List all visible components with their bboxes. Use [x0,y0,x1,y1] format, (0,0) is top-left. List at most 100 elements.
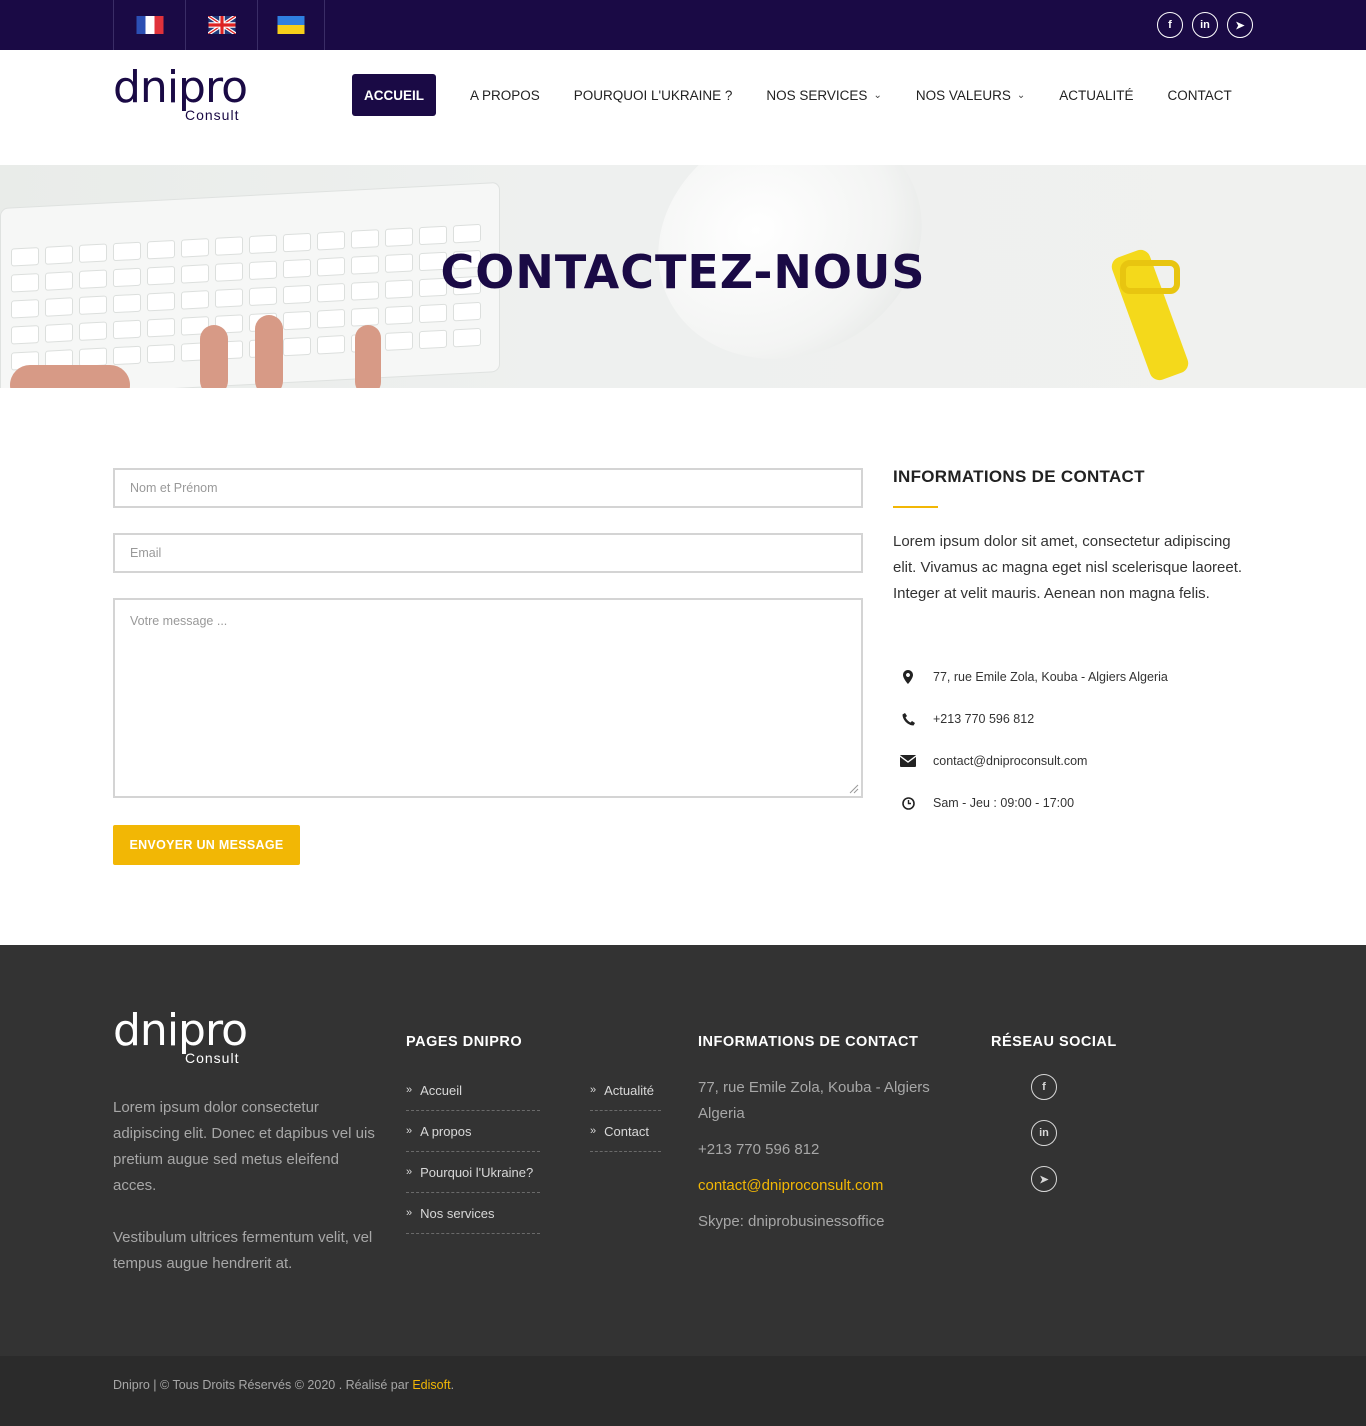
footer-link-label: Nos services [420,1205,495,1221]
contact-info-title: INFORMATIONS DE CONTACT [893,467,1145,486]
footer-social-title: RÉSEAU SOCIAL [991,1034,1117,1050]
name-input[interactable]: Nom et Prénom [113,468,863,508]
footer-email[interactable]: contact@dniproconsult.com [698,1173,948,1199]
contact-phone: +213 770 596 812 [933,712,1035,726]
facebook-icon[interactable]: f [1157,12,1183,38]
logo-main-text: dnipro [113,1005,248,1056]
facebook-icon[interactable]: f [1031,1074,1057,1100]
footer-contact-title: INFORMATIONS DE CONTACT [698,1034,919,1050]
copyright-suffix: . [450,1378,455,1392]
flag-ua-icon [277,16,305,34]
linkedin-icon[interactable]: in [1031,1120,1057,1146]
footer-social-links: f in ➤ [1031,1074,1057,1192]
nav-label: POURQUOI L'UKRAINE ? [573,87,733,103]
name-placeholder: Nom et Prénom [130,481,218,495]
footer-about-text: Lorem ipsum dolor consectetur adipiscing… [113,1099,375,1194]
nav-item-actualite[interactable]: ACTUALITÉ [1059,74,1133,116]
envelope-icon [893,755,923,767]
chevron-down-icon: ⌄ [1016,89,1026,101]
footer-link-actualite[interactable]: » Actualité [590,1070,661,1111]
double-chevron-right-icon: » [406,1125,413,1137]
telegram-icon[interactable]: ➤ [1031,1166,1057,1192]
nav-label: NOS SERVICES [766,87,868,103]
double-chevron-right-icon: » [406,1207,413,1219]
contact-info-description: Lorem ipsum dolor sit amet, consectetur … [893,533,1243,602]
main-nav: ACCUEIL A PROPOS POURQUOI L'UKRAINE ? NO… [352,74,1232,116]
contact-address: 77, rue Emile Zola, Kouba - Algiers Alge… [933,670,1168,684]
footer-contact: 77, rue Emile Zola, Kouba - Algiers Alge… [698,1075,948,1235]
logo-main-text: dnipro [113,62,248,113]
finger-image [255,315,283,388]
footer-link-label: Accueil [420,1082,463,1098]
hand-image [10,365,130,388]
flag-uk-icon [207,16,236,34]
footer-address: 77, rue Emile Zola, Kouba - Algiers Alge… [698,1079,930,1122]
linkedin-icon[interactable]: in [1192,12,1218,38]
message-placeholder: Votre message ... [130,614,228,628]
top-bar: f in ➤ [0,0,1366,50]
site-header: dnipro Consult ACCUEIL A PROPOS POURQUOI… [0,50,1366,165]
contact-email-row: contact@dniproconsult.com [893,754,1087,768]
finger-image [355,325,381,388]
language-switcher [113,0,325,50]
finger-image [200,325,228,388]
footer-skype: Skype: dniprobusinessoffice [698,1213,885,1230]
nav-label: A PROPOS [470,87,540,103]
language-fr[interactable] [113,0,185,50]
logo-sub-text: Consult [185,107,240,123]
nav-label: ACTUALITÉ [1059,87,1134,103]
title-underline [893,506,938,508]
map-marker-icon [893,670,923,684]
double-chevron-right-icon: » [406,1166,413,1178]
nav-item-contact[interactable]: CONTACT [1168,74,1232,116]
email-input[interactable]: Email [113,533,863,573]
footer-pages-col2: » Actualité » Contact [590,1070,661,1152]
flag-fr-icon [136,16,163,34]
page-title: CONTACTEZ-NOUS [440,245,926,299]
nav-item-a-propos[interactable]: A PROPOS [470,74,540,116]
hero-banner: CONTACTEZ-NOUS [0,165,1366,388]
footer-link-pourquoi-ukraine[interactable]: » Pourquoi l'Ukraine? [406,1152,540,1193]
footer-link-accueil[interactable]: » Accueil [406,1070,540,1111]
footer-link-contact[interactable]: » Contact [590,1111,661,1152]
contact-hours-row: Sam - Jeu : 09:00 - 17:00 [893,796,1074,810]
footer-link-a-propos[interactable]: » A propos [406,1111,540,1152]
resize-handle-icon[interactable] [847,782,859,794]
footer-link-label: Contact [604,1123,649,1139]
contact-address-row: 77, rue Emile Zola, Kouba - Algiers Alge… [893,670,1168,684]
nav-label: NOS VALEURS [915,87,1011,103]
nav-item-nos-services[interactable]: NOS SERVICES ⌄ [766,74,881,116]
copyright-brand-link[interactable]: Edisoft [412,1378,450,1392]
footer-pages-title: PAGES DNIPRO [406,1034,523,1050]
double-chevron-right-icon: » [406,1084,413,1096]
phone-icon [893,712,923,726]
nav-item-pourquoi-ukraine[interactable]: POURQUOI L'UKRAINE ? [574,74,733,116]
footer-pages-col1: » Accueil » A propos » Pourquoi l'Ukraine? … [406,1070,540,1234]
nav-label: CONTACT [1167,87,1232,103]
language-en[interactable] [185,0,257,50]
message-textarea[interactable]: Votre message ... [113,598,863,798]
double-chevron-right-icon: » [590,1125,597,1137]
contact-phone-row: +213 770 596 812 [893,712,1034,726]
contact-hours: Sam - Jeu : 09:00 - 17:00 [933,796,1075,810]
copyright-bar: Dnipro | © Tous Droits Réservés © 2020 .… [0,1356,1366,1426]
footer-link-label: Pourquoi l'Ukraine? [420,1164,534,1180]
footer-about-text: Vestibulum ultrices fermentum velit, vel… [113,1229,373,1272]
copyright-text: Dnipro | © Tous Droits Réservés © 2020 .… [113,1378,454,1392]
footer-about: Lorem ipsum dolor consectetur adipiscing… [113,1095,378,1277]
send-message-button[interactable]: ENVOYER UN MESSAGE [113,825,300,865]
logo[interactable]: dnipro Consult [113,66,259,124]
language-ua[interactable] [257,0,325,50]
site-footer: dnipro Consult Lorem ipsum dolor consect… [0,945,1366,1356]
nav-item-nos-valeurs[interactable]: NOS VALEURS ⌄ [916,74,1025,116]
telegram-icon[interactable]: ➤ [1227,12,1253,38]
double-chevron-right-icon: » [590,1084,597,1096]
footer-phone: +213 770 596 812 [698,1141,820,1158]
footer-logo[interactable]: dnipro Consult [113,1009,259,1067]
nav-item-accueil[interactable]: ACCUEIL [352,74,436,116]
footer-link-nos-services[interactable]: » Nos services [406,1193,540,1234]
contact-email[interactable]: contact@dniproconsult.com [933,754,1087,768]
clock-icon [893,796,923,810]
chevron-down-icon: ⌄ [873,89,882,101]
email-placeholder: Email [130,546,162,560]
